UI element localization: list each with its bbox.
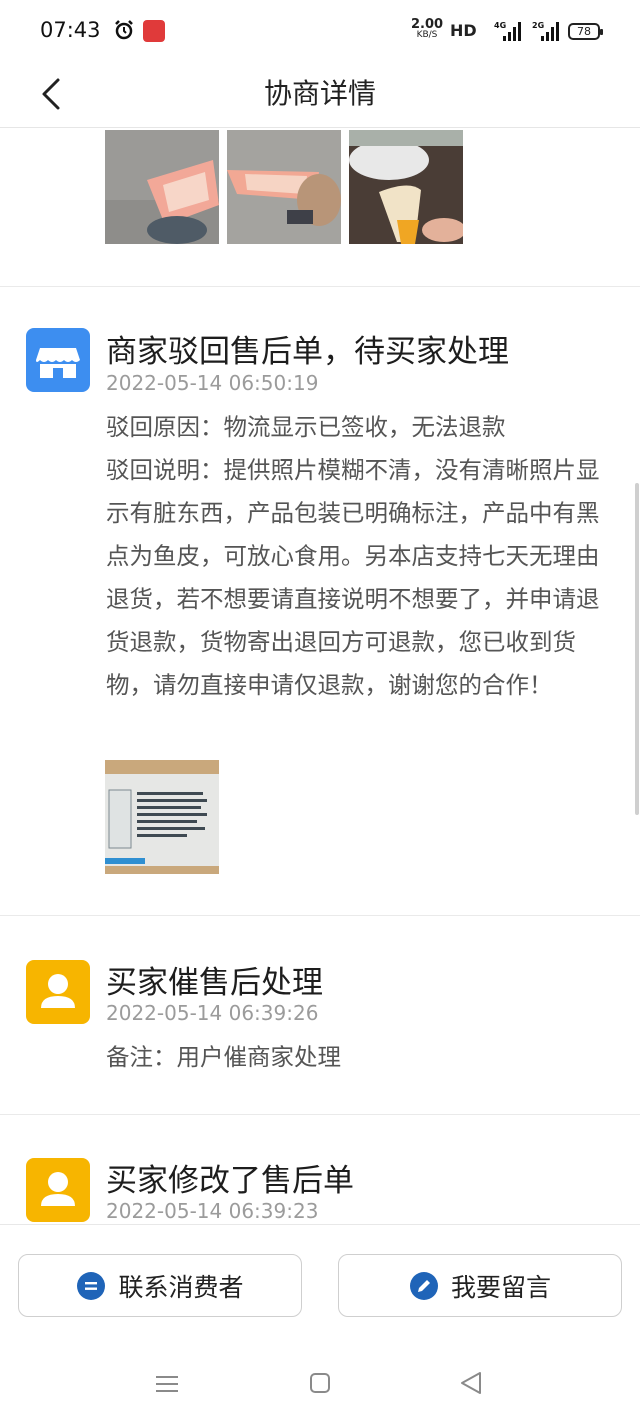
entry-body: 驳回原因：物流显示已签收，无法退款 驳回说明：提供照片模糊不清，没有清晰照片显示… <box>106 406 606 707</box>
back-icon[interactable] <box>458 1370 484 1396</box>
timeline-entry: 买家修改了售后单 2022-05-14 06:39:23 <box>0 1114 640 1224</box>
network-speed: 2.00 KB/S <box>411 17 444 40</box>
reject-explanation: 驳回说明：提供照片模糊不清，没有清晰照片显示有脏东西，产品包装已明确标注，产品中… <box>106 456 600 699</box>
app-notification-icon <box>143 20 165 42</box>
timeline-entry: 买家催售后处理 2022-05-14 06:39:26 备注：用户催商家处理 <box>0 915 640 1114</box>
entry-timestamp: 2022-05-14 06:39:26 <box>106 1001 319 1025</box>
evidence-photo-thumbnail[interactable] <box>105 130 219 244</box>
reject-reason: 驳回原因：物流显示已签收，无法退款 <box>106 413 506 441</box>
negotiation-timeline[interactable]: 商家驳回售后单，待买家处理 2022-05-14 06:50:19 驳回原因：物… <box>0 129 640 1224</box>
system-navigation-bar <box>0 1342 640 1422</box>
user-icon <box>41 1172 75 1206</box>
entry-title: 商家驳回售后单，待买家处理 <box>106 334 509 370</box>
leave-message-label: 我要留言 <box>450 1272 551 1302</box>
nav-bar: 协商详情 <box>0 62 640 128</box>
contact-consumer-button[interactable]: 联系消费者 <box>18 1254 302 1317</box>
status-bar: 07:43 2.00 KB/S HD 4G 2G 78 <box>0 0 640 62</box>
pencil-icon <box>409 1271 438 1300</box>
hd-indicator: HD <box>450 21 477 40</box>
timeline-entry: 商家驳回售后单，待买家处理 2022-05-14 06:50:19 驳回原因：物… <box>0 286 640 915</box>
alarm-icon <box>115 20 133 40</box>
scrollbar[interactable] <box>635 483 639 815</box>
entry-timestamp: 2022-05-14 06:50:19 <box>106 371 319 395</box>
chat-icon <box>77 1271 106 1300</box>
store-avatar <box>26 328 90 392</box>
evidence-photo-thumbnail[interactable] <box>349 130 463 244</box>
attached-photos <box>105 130 463 244</box>
entry-body: 备注：用户催商家处理 <box>106 1036 606 1079</box>
contact-consumer-label: 联系消费者 <box>118 1272 244 1302</box>
entry-timestamp: 2022-05-14 06:39:23 <box>106 1199 319 1223</box>
svg-text:2G: 2G <box>532 21 544 30</box>
entry-note: 备注：用户催商家处理 <box>106 1043 341 1071</box>
buyer-avatar <box>26 960 90 1024</box>
leave-message-button[interactable]: 我要留言 <box>338 1254 622 1317</box>
signal-2g-icon: 2G <box>532 21 559 41</box>
signal-4g-icon: 4G <box>494 21 521 41</box>
evidence-photo-thumbnail[interactable] <box>227 130 341 244</box>
store-icon <box>36 348 80 378</box>
recent-apps-icon[interactable] <box>155 1372 179 1396</box>
entry-title: 买家修改了售后单 <box>106 1163 354 1199</box>
buyer-avatar <box>26 1158 90 1222</box>
home-icon[interactable] <box>309 1372 331 1394</box>
action-bar: 联系消费者 我要留言 <box>0 1224 640 1342</box>
evidence-photo-thumbnail[interactable] <box>105 760 219 874</box>
page-title: 协商详情 <box>263 77 376 110</box>
entry-title: 买家催售后处理 <box>106 965 323 1001</box>
user-icon <box>41 974 75 1008</box>
battery-icon: 78 <box>568 23 603 40</box>
status-time: 07:43 <box>40 18 101 42</box>
svg-text:4G: 4G <box>494 21 506 30</box>
